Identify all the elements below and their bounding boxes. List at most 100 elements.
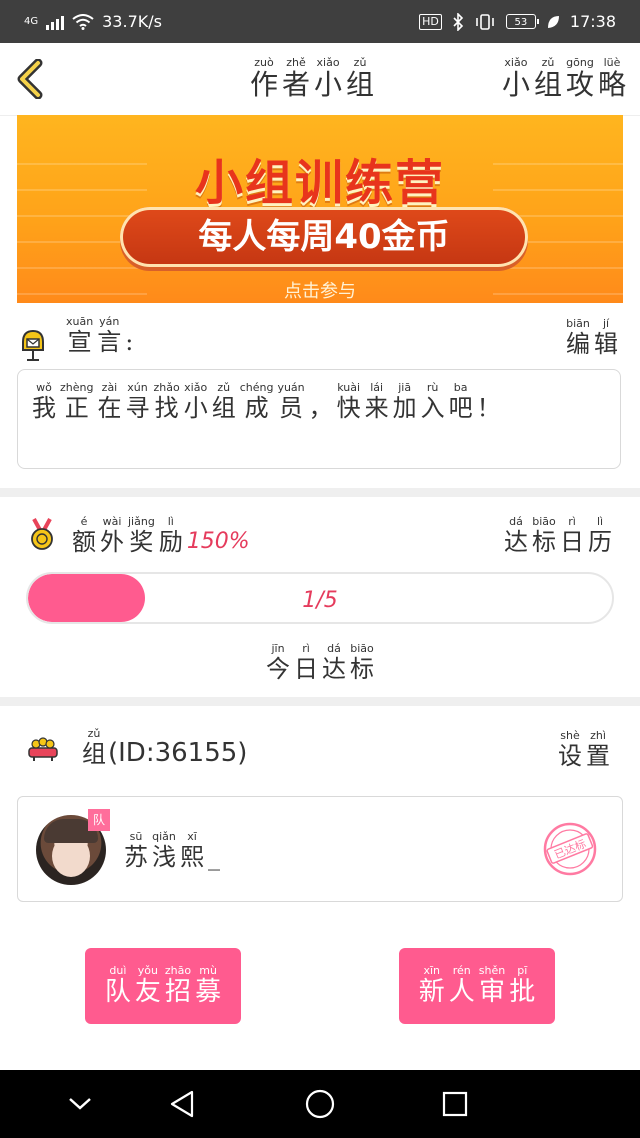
wifi-icon: [72, 13, 94, 30]
signal-icon: [46, 14, 65, 30]
hanzi: 组: [211, 394, 236, 422]
annotated-char: zài 在: [97, 381, 121, 423]
slogan-box: wǒ 我 zhèng 正 zài 在 xún 寻 zhǎo 找 xiǎo 小 zǔ 组 chéng 成 yuán…: [17, 369, 621, 469]
pinyin: ba: [453, 381, 468, 394]
hanzi: 小: [314, 68, 343, 101]
annotated-char: zǔ 组: [211, 381, 236, 423]
annotated-char: xī 熙: [180, 831, 204, 872]
annotated-char: wài 外: [100, 515, 124, 557]
hanzi: 找: [154, 394, 179, 422]
annotated-char: _: [208, 831, 220, 871]
pinyin: rì: [302, 642, 310, 655]
bluetooth-icon: [453, 12, 464, 31]
pinyin: zài: [101, 381, 118, 394]
annotated-char: jí 辑: [594, 317, 618, 359]
pinyin: é: [80, 515, 88, 528]
nav-hide-button[interactable]: [40, 1070, 120, 1138]
network-type: 4G: [24, 16, 39, 27]
back-arrow-icon: [17, 58, 43, 100]
hanzi: ！: [476, 394, 501, 422]
hanzi: 标: [532, 528, 556, 556]
hanzi: 募: [195, 977, 222, 1007]
hd-badge: HD: [419, 13, 442, 30]
slogan-label: xuān 宣 yán 言 :: [64, 315, 135, 357]
hanzi: 作: [250, 68, 279, 101]
annotated-char: biāo 标: [350, 643, 374, 684]
hanzi: 组: [533, 68, 562, 101]
nav-recents-button[interactable]: [415, 1070, 495, 1138]
member-name: sū 苏 qiǎn 浅 xī 熙 _: [122, 830, 222, 872]
annotated-char: shěn 审: [479, 965, 506, 1008]
hanzi: 快: [336, 394, 361, 422]
annotated-char: biāo 标: [532, 516, 556, 557]
group-id: (ID:36155): [108, 738, 248, 768]
approve-newcomers-button[interactable]: xīn 新 rén 人 shěn 审 pī 批: [399, 948, 555, 1024]
annotated-char: xiǎo 小: [183, 382, 208, 423]
hanzi: 小: [501, 68, 530, 101]
pinyin: jí: [602, 317, 610, 330]
group-settings-button[interactable]: shè 设 zhì 置: [556, 730, 612, 771]
chevron-down-icon: [69, 1098, 91, 1110]
hanzi: 队: [104, 977, 131, 1007]
hanzi: 友: [134, 977, 161, 1007]
hanzi: 日: [294, 655, 318, 683]
annotated-char: ，: [309, 382, 333, 422]
hanzi: 苏: [124, 843, 148, 871]
hanzi: 吧: [448, 394, 473, 422]
pinyin: dá: [327, 642, 341, 655]
annotated-char: jiǎng 奖: [128, 516, 155, 557]
annotated-char: xiǎo 小: [502, 57, 530, 101]
group-strategy-link[interactable]: xiǎo 小 zǔ 组 gōng 攻 lüè 略: [500, 57, 628, 101]
hanzi: 历: [588, 528, 612, 556]
pinyin: lì: [167, 515, 174, 528]
pinyin: lì: [596, 515, 604, 528]
hanzi: 者: [282, 68, 311, 101]
group-label: zǔ 组 (ID:36155): [80, 728, 248, 769]
section-divider: [0, 697, 640, 706]
team-icon: [28, 737, 58, 761]
extra-reward-percent: 150%: [186, 529, 250, 554]
edit-slogan-button[interactable]: biān 编 jí 辑: [564, 317, 620, 359]
pinyin: biān: [566, 317, 590, 330]
hanzi: 达: [322, 655, 346, 683]
status-right: HD 53 17:38: [419, 12, 616, 31]
banner-cta: 点击参与: [284, 281, 356, 302]
hanzi: 攻: [565, 68, 594, 101]
hanzi: 编: [566, 330, 590, 358]
hanzi: 设: [558, 742, 582, 770]
square-recents-icon: [442, 1091, 468, 1117]
annotated-char: lüè 略: [598, 57, 626, 101]
achieved-stamp-icon: 已达标: [543, 822, 597, 876]
pinyin: yán: [99, 315, 120, 328]
pinyin: pī: [517, 964, 528, 977]
hanzi: 加: [392, 394, 417, 422]
pinyin: rì: [568, 515, 576, 528]
annotated-char: zuò 作: [250, 57, 278, 101]
pinyin: zǔ: [217, 381, 231, 394]
hanzi: 审: [479, 977, 506, 1007]
member-card[interactable]: 队 sū 苏 qiǎn 浅 xī 熙 _ 已达标: [17, 796, 623, 902]
pinyin: wài: [102, 515, 122, 528]
hanzi: 正: [64, 394, 89, 422]
slogan-text: wǒ 我 zhèng 正 zài 在 xún 寻 zhǎo 找 xiǎo 小 zǔ 组 chéng 成 yuán…: [30, 381, 503, 423]
pinyin: sū: [129, 830, 143, 843]
nav-home-button[interactable]: [280, 1070, 360, 1138]
daily-progress-bar: 1/5: [26, 572, 614, 624]
hanzi: 入: [420, 394, 445, 422]
slogan-label-text: xuān 宣 yán 言: [64, 315, 123, 357]
hanzi: 今: [266, 655, 290, 683]
hanzi: 批: [509, 977, 536, 1007]
triangle-back-icon: [170, 1090, 194, 1118]
pinyin: chéng: [239, 381, 274, 394]
achievement-calendar-button[interactable]: dá 达 biāo 标 rì 日 lì 历: [502, 515, 614, 557]
today-achieved-label: jīn 今 rì 日 dá 达 biāo 标: [264, 642, 376, 684]
hanzi: 外: [100, 528, 124, 556]
recruit-teammates-button[interactable]: duì 队 yǒu 友 zhāo 招 mù 募: [85, 948, 241, 1024]
training-camp-banner[interactable]: 小组训练营 每人每周40金币 点击参与: [17, 115, 623, 303]
nav-back-button[interactable]: [142, 1070, 222, 1138]
hanzi: 小: [183, 394, 208, 422]
annotated-char: xīn 新: [419, 965, 445, 1008]
hanzi: 宣: [67, 328, 92, 356]
back-button[interactable]: [14, 58, 50, 100]
annotated-char: zhāo 招: [165, 965, 191, 1008]
